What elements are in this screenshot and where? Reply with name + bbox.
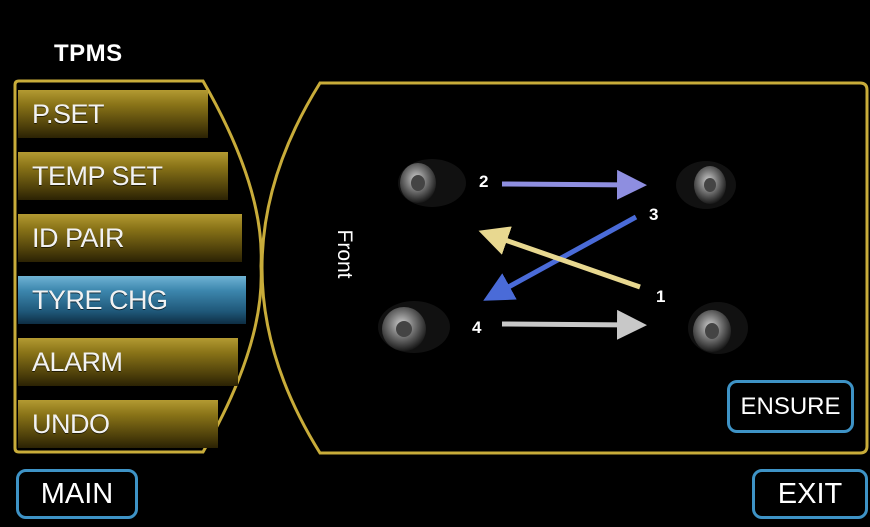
tire-front-right-icon [676, 161, 736, 209]
arrow-2-to-front-right [501, 169, 647, 200]
main-button[interactable]: MAIN [16, 469, 138, 519]
position-label-3: 3 [649, 205, 659, 224]
tire-rear-right-icon [688, 302, 748, 354]
position-label-2: 2 [479, 172, 489, 191]
position-label-1: 1 [656, 287, 666, 306]
diagram-frame [260, 81, 869, 455]
arrow-4-to-rear-right [501, 309, 647, 340]
position-label-4: 4 [472, 318, 482, 337]
tire-front-left-icon [398, 159, 466, 207]
ensure-button[interactable]: ENSURE [727, 380, 854, 433]
exit-button[interactable]: EXIT [752, 469, 868, 519]
front-label: Front [333, 229, 356, 279]
arrow-3-to-rear-left [483, 214, 638, 301]
arrow-1-to-front-left [478, 226, 641, 290]
tire-rear-left-icon [378, 301, 450, 353]
